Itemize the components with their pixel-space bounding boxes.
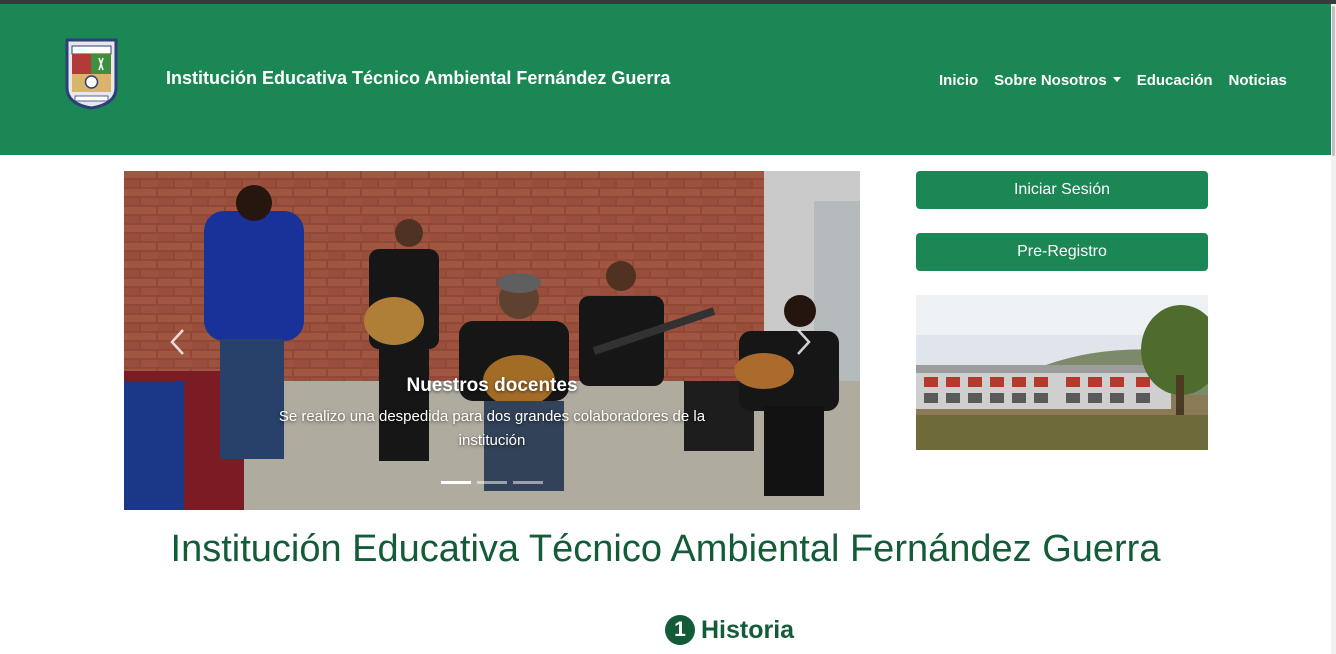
main-nav: Inicio Sobre Nosotros Educación Noticias <box>939 72 1287 89</box>
carousel-indicator[interactable] <box>513 481 543 484</box>
school-building-photo <box>916 295 1208 450</box>
nav-sobre-nosotros[interactable]: Sobre Nosotros <box>994 72 1121 89</box>
carousel-prev-icon[interactable] <box>168 327 188 357</box>
number-one-icon: 1 <box>665 615 695 645</box>
page-title: Institución Educativa Técnico Ambiental … <box>170 528 1161 570</box>
pre-register-button[interactable]: Pre-Registro <box>916 233 1208 271</box>
carousel-caption-text: Se realizo una despedida para dos grande… <box>278 408 706 449</box>
scrollbar-thumb[interactable] <box>1332 6 1335 156</box>
site-title[interactable]: Institución Educativa Técnico Ambiental … <box>166 68 670 89</box>
carousel-indicator[interactable] <box>441 481 471 484</box>
carousel-caption: Nuestros docentes Se realizo una despedi… <box>259 375 725 453</box>
carousel-caption-title: Nuestros docentes <box>406 375 578 396</box>
carousel-indicator[interactable] <box>477 481 507 484</box>
carousel-next-icon[interactable] <box>793 327 813 357</box>
nav-educacion[interactable]: Educación <box>1137 72 1213 89</box>
school-crest-logo[interactable] <box>63 36 120 110</box>
login-button[interactable]: Iniciar Sesión <box>916 171 1208 209</box>
carousel-photo-musicians <box>124 171 860 510</box>
image-carousel: Nuestros docentes Se realizo una despedi… <box>124 171 860 510</box>
carousel-indicators <box>441 481 543 484</box>
caret-down-icon <box>1112 76 1121 82</box>
nav-sobre-nosotros-label: Sobre Nosotros <box>994 72 1107 89</box>
nav-noticias[interactable]: Noticias <box>1229 72 1287 89</box>
section-heading-label: Historia <box>701 615 795 644</box>
section-heading-historia: 1 Historia <box>665 615 794 645</box>
site-header: Institución Educativa Técnico Ambiental … <box>0 4 1331 155</box>
nav-inicio[interactable]: Inicio <box>939 72 978 89</box>
school-building-image <box>916 295 1208 450</box>
